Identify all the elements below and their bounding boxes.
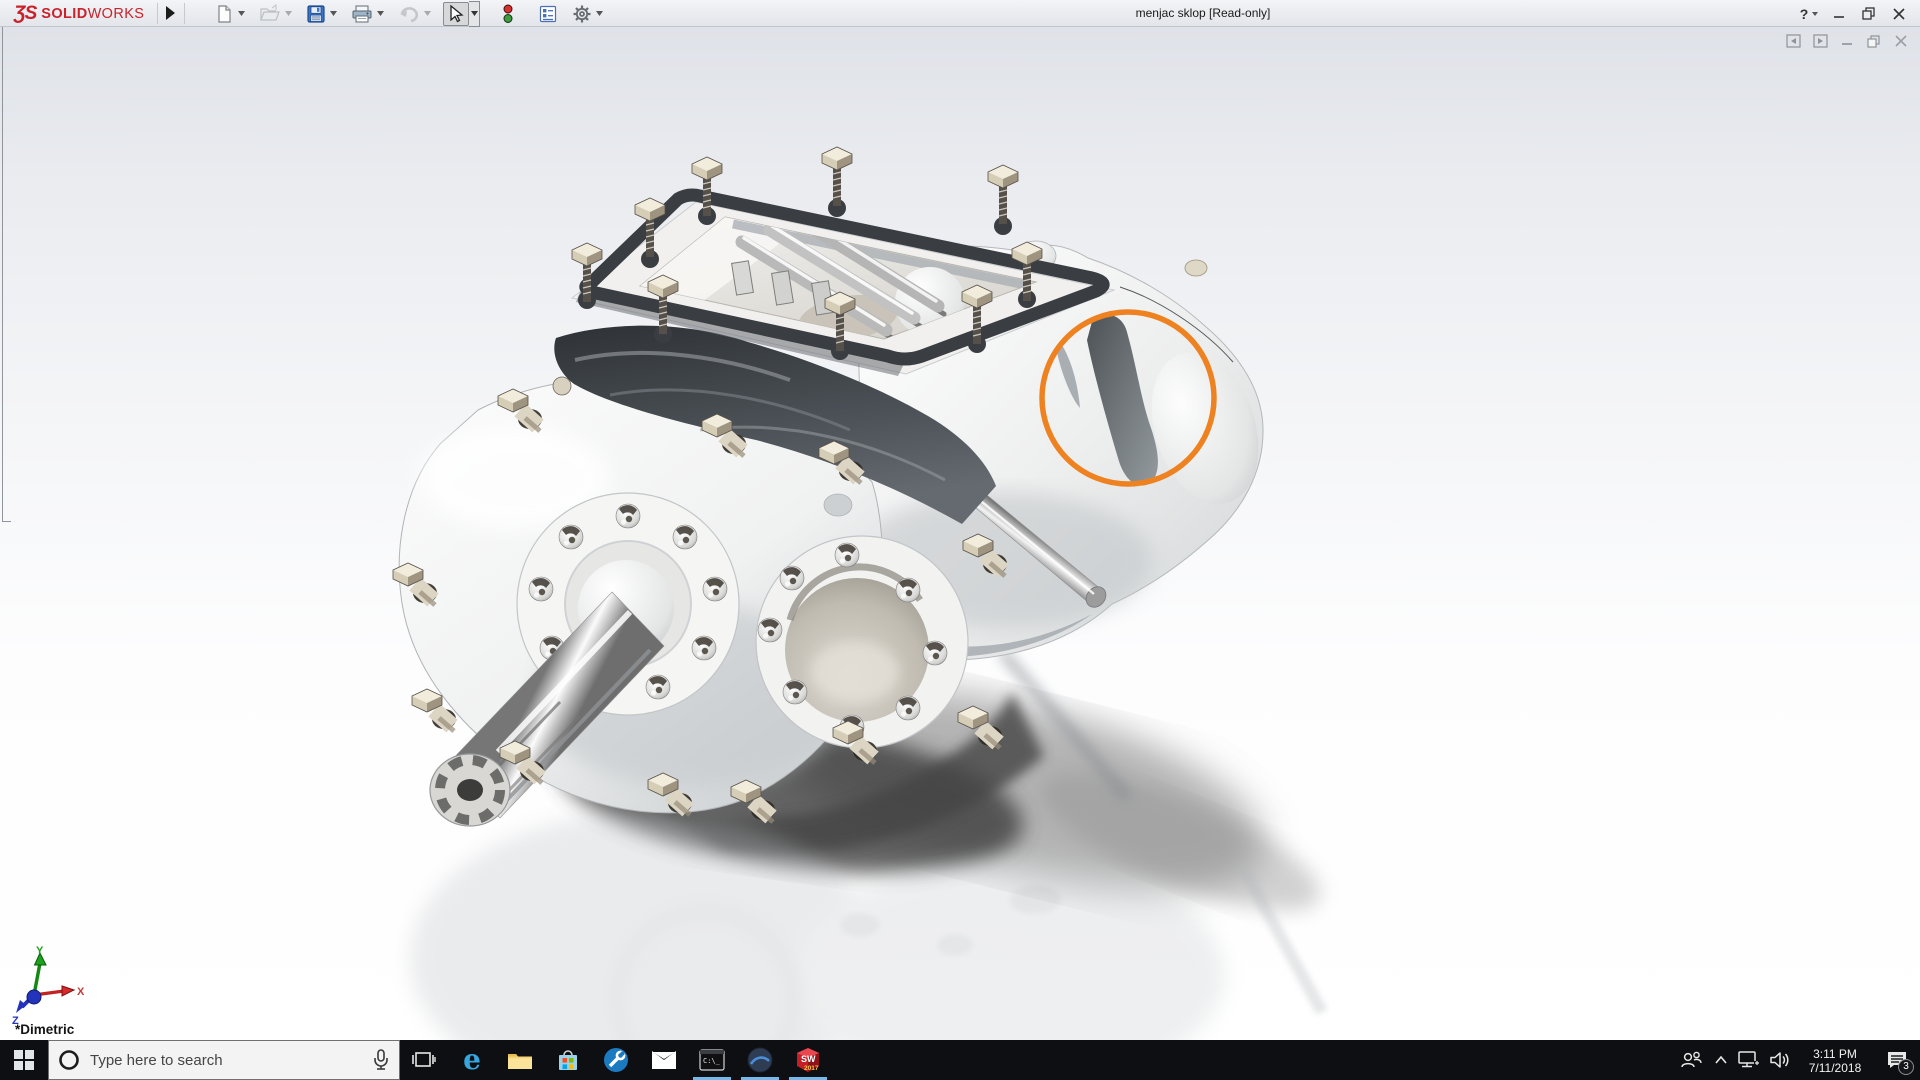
options-dropdown[interactable]: [594, 2, 605, 26]
clock[interactable]: 3:11 PM 7/11/2018: [1796, 1040, 1874, 1080]
close-button[interactable]: [1886, 3, 1912, 25]
windows-logo-icon: [14, 1050, 34, 1070]
select-cursor-icon: [450, 4, 464, 22]
graphics-viewport[interactable]: Y X Z *Dimetric: [0, 27, 1920, 1040]
restore-button[interactable]: [1856, 3, 1882, 25]
chevron-up-icon: [1715, 1055, 1727, 1064]
command-prompt-icon: C:\_: [699, 1049, 725, 1071]
network-button[interactable]: [1734, 1040, 1764, 1080]
tray-date: 7/11/2018: [1808, 1060, 1862, 1075]
mail-button[interactable]: [640, 1040, 688, 1080]
print-icon: [352, 5, 372, 22]
windows-taskbar: e C:\_: [0, 1040, 1920, 1080]
gearbox-model[interactable]: [0, 27, 1920, 1040]
tools-app-button[interactable]: [592, 1040, 640, 1080]
volume-button[interactable]: [1764, 1040, 1796, 1080]
gear-icon: [573, 5, 591, 22]
action-center-button[interactable]: 3: [1874, 1040, 1920, 1080]
properties-list-icon: [539, 5, 557, 22]
open-button[interactable]: [257, 2, 283, 26]
new-document-dropdown[interactable]: [236, 2, 247, 26]
solidworks-2017-icon: SW 2017: [797, 1048, 819, 1072]
toolbar-separator: [184, 3, 185, 24]
wrench-circle-icon: [604, 1048, 628, 1072]
new-document-button[interactable]: [212, 2, 236, 26]
triad-x-label: X: [77, 986, 85, 998]
open-dropdown[interactable]: [283, 2, 294, 26]
sw-icon-year: 2017: [804, 1065, 819, 1072]
toolbar-separator: [157, 3, 158, 24]
title-bar: ƷS SOLID WORKS menjac sklop [Read-only] …: [0, 0, 1920, 27]
file-explorer-icon: [508, 1054, 532, 1069]
reference-triad: Y X Z: [12, 945, 85, 1027]
traffic-light-icon: [503, 4, 513, 23]
edge-icon: e: [463, 1043, 481, 1076]
document-title: menjac sklop [Read-only]: [1135, 6, 1271, 20]
sw-icon-text: SW: [801, 1054, 816, 1064]
task-view-icon: [412, 1052, 436, 1067]
speaker-icon: [1770, 1052, 1789, 1068]
support-assist-icon: [747, 1047, 773, 1073]
taskbar-search[interactable]: [48, 1040, 400, 1080]
search-input[interactable]: [90, 1051, 363, 1069]
new-document-icon: [218, 4, 231, 23]
view-orientation-label: *Dimetric: [15, 1022, 75, 1037]
cortana-icon: [59, 1050, 79, 1070]
support-assist-button[interactable]: [736, 1040, 784, 1080]
options-button[interactable]: [570, 2, 594, 26]
save-button[interactable]: [304, 2, 328, 26]
open-icon: [260, 3, 280, 21]
select-tool-button[interactable]: [443, 1, 469, 26]
network-ethernet-icon: [1738, 1051, 1759, 1068]
file-explorer-button[interactable]: [496, 1040, 544, 1080]
minimize-button[interactable]: [1826, 3, 1852, 25]
help-dropdown-icon: [1812, 11, 1819, 16]
tray-time: 3:11 PM: [1813, 1046, 1857, 1061]
undo-icon: [400, 6, 419, 22]
main-toolbar: [212, 0, 605, 27]
notification-badge: 3: [1898, 1059, 1914, 1075]
system-tray: 3:11 PM 7/11/2018 3: [1674, 1040, 1920, 1080]
people-icon: [1681, 1051, 1702, 1068]
help-button[interactable]: ?: [1796, 3, 1822, 25]
save-icon: [307, 4, 325, 23]
solidworks-logo: ƷS SOLID WORKS: [14, 2, 145, 24]
menu-flyout-arrow[interactable]: [163, 4, 177, 22]
view-lights-button[interactable]: [500, 2, 516, 26]
save-dropdown[interactable]: [328, 2, 339, 26]
microphone-icon[interactable]: [373, 1049, 389, 1071]
side-cover-flange[interactable]: [755, 535, 969, 749]
people-button[interactable]: [1674, 1040, 1708, 1080]
store-icon: [559, 1050, 577, 1070]
tray-overflow-button[interactable]: [1708, 1040, 1734, 1080]
triad-y-label: Y: [36, 945, 44, 957]
undo-button[interactable]: [396, 2, 422, 26]
edge-button[interactable]: e: [448, 1040, 496, 1080]
command-prompt-button[interactable]: C:\_: [688, 1040, 736, 1080]
undo-dropdown[interactable]: [422, 2, 433, 26]
print-button[interactable]: [349, 2, 375, 26]
store-button[interactable]: [544, 1040, 592, 1080]
start-button[interactable]: [0, 1040, 48, 1080]
print-dropdown[interactable]: [375, 2, 386, 26]
select-tool-dropdown[interactable]: [469, 0, 480, 27]
solidworks-button[interactable]: SW 2017: [784, 1040, 832, 1080]
cmd-prompt-text: C:\_: [703, 1057, 721, 1065]
dassault-glyph: ƷS: [14, 2, 37, 24]
properties-button[interactable]: [536, 2, 560, 26]
task-view-button[interactable]: [400, 1040, 448, 1080]
mail-icon: [652, 1051, 676, 1069]
